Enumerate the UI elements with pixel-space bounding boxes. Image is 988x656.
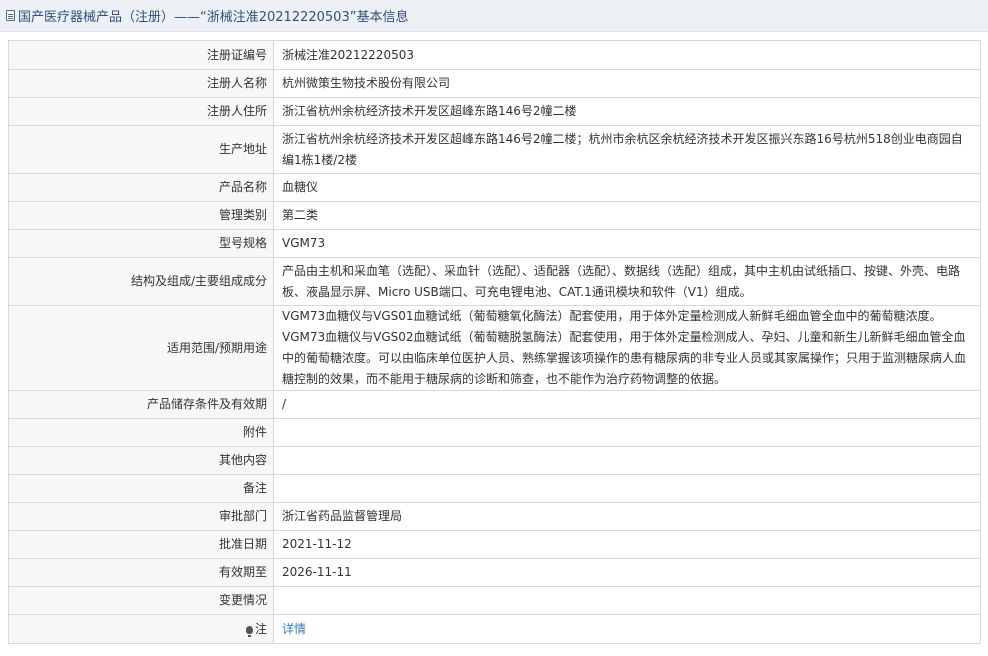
row-label: 注册人住所 bbox=[8, 97, 274, 126]
table-row: 审批部门 浙江省药品监督管理局 bbox=[8, 502, 981, 531]
row-value: 浙江省杭州余杭经济技术开发区超峰东路146号2幢二楼 bbox=[273, 97, 981, 126]
row-label: 适用范围/预期用途 bbox=[8, 305, 274, 391]
row-label: 变更情况 bbox=[8, 586, 274, 615]
table-row: 注册人住所 浙江省杭州余杭经济技术开发区超峰东路146号2幢二楼 bbox=[8, 97, 981, 126]
row-label: 注 bbox=[254, 621, 267, 636]
row-label: 注册证编号 bbox=[8, 40, 274, 70]
page-title: 国产医疗器械产品（注册）——“浙械注准20212220503”基本信息 bbox=[18, 10, 409, 25]
row-label: 注册人名称 bbox=[8, 69, 274, 98]
row-label: 备注 bbox=[8, 474, 274, 503]
row-label: 审批部门 bbox=[8, 502, 274, 531]
row-value: 浙江省杭州余杭经济技术开发区超峰东路146号2幢二楼；杭州市余杭区余杭经济技术开… bbox=[273, 125, 981, 174]
note-label-cell: 注 bbox=[8, 614, 274, 644]
row-label: 结构及组成/主要组成成分 bbox=[8, 257, 274, 306]
table-row: 注 详情 bbox=[8, 614, 981, 644]
table-row: 产品名称 血糖仪 bbox=[8, 173, 981, 202]
details-link[interactable]: 详情 bbox=[282, 622, 306, 636]
row-value: 2026-11-11 bbox=[273, 558, 981, 587]
row-label: 生产地址 bbox=[8, 125, 274, 174]
page-header: 国产医疗器械产品（注册）——“浙械注准20212220503”基本信息 bbox=[0, 0, 988, 32]
table-row: 附件 bbox=[8, 418, 981, 447]
row-label: 管理类别 bbox=[8, 201, 274, 230]
table-row: 型号规格 VGM73 bbox=[8, 229, 981, 258]
row-value bbox=[273, 418, 981, 447]
table-row: 生产地址 浙江省杭州余杭经济技术开发区超峰东路146号2幢二楼；杭州市余杭区余杭… bbox=[8, 125, 981, 174]
row-label: 产品名称 bbox=[8, 173, 274, 202]
row-value: VGM73血糖仪与VGS01血糖试纸（葡萄糖氧化酶法）配套使用，用于体外定量检测… bbox=[273, 305, 981, 391]
info-table: 注册证编号 浙械注准20212220503 注册人名称 杭州微策生物技术股份有限… bbox=[8, 40, 981, 644]
row-label: 批准日期 bbox=[8, 530, 274, 559]
table-row: 其他内容 bbox=[8, 446, 981, 475]
row-label: 其他内容 bbox=[8, 446, 274, 475]
row-value: 杭州微策生物技术股份有限公司 bbox=[273, 69, 981, 98]
table-row: 批准日期 2021-11-12 bbox=[8, 530, 981, 559]
row-label: 产品储存条件及有效期 bbox=[8, 390, 274, 419]
table-row: 备注 bbox=[8, 474, 981, 503]
row-label: 型号规格 bbox=[8, 229, 274, 258]
row-value: 浙江省药品监督管理局 bbox=[273, 502, 981, 531]
row-value: 浙械注准20212220503 bbox=[273, 40, 981, 70]
row-value bbox=[273, 474, 981, 503]
row-value bbox=[273, 586, 981, 615]
row-value bbox=[273, 446, 981, 475]
row-value: / bbox=[273, 390, 981, 419]
table-row: 注册人名称 杭州微策生物技术股份有限公司 bbox=[8, 69, 981, 98]
row-value: 血糖仪 bbox=[273, 173, 981, 202]
lightbulb-icon bbox=[245, 625, 253, 637]
table-row: 变更情况 bbox=[8, 586, 981, 615]
row-label: 有效期至 bbox=[8, 558, 274, 587]
table-row: 有效期至 2026-11-11 bbox=[8, 558, 981, 587]
row-value: 2021-11-12 bbox=[273, 530, 981, 559]
table-row: 适用范围/预期用途 VGM73血糖仪与VGS01血糖试纸（葡萄糖氧化酶法）配套使… bbox=[8, 305, 981, 391]
table-row: 注册证编号 浙械注准20212220503 bbox=[8, 40, 981, 70]
table-row: 管理类别 第二类 bbox=[8, 201, 981, 230]
table-row: 结构及组成/主要组成成分 产品由主机和采血笔（选配）、采血针（选配）、适配器（选… bbox=[8, 257, 981, 306]
note-value-cell: 详情 bbox=[273, 614, 981, 644]
row-value: 第二类 bbox=[273, 201, 981, 230]
row-value: 产品由主机和采血笔（选配）、采血针（选配）、适配器（选配）、数据线（选配）组成，… bbox=[273, 257, 981, 306]
row-value: VGM73 bbox=[273, 229, 981, 258]
info-table-container: 注册证编号 浙械注准20212220503 注册人名称 杭州微策生物技术股份有限… bbox=[8, 40, 981, 644]
table-row: 产品储存条件及有效期 / bbox=[8, 390, 981, 419]
row-label: 附件 bbox=[8, 418, 274, 447]
document-icon bbox=[6, 10, 15, 21]
